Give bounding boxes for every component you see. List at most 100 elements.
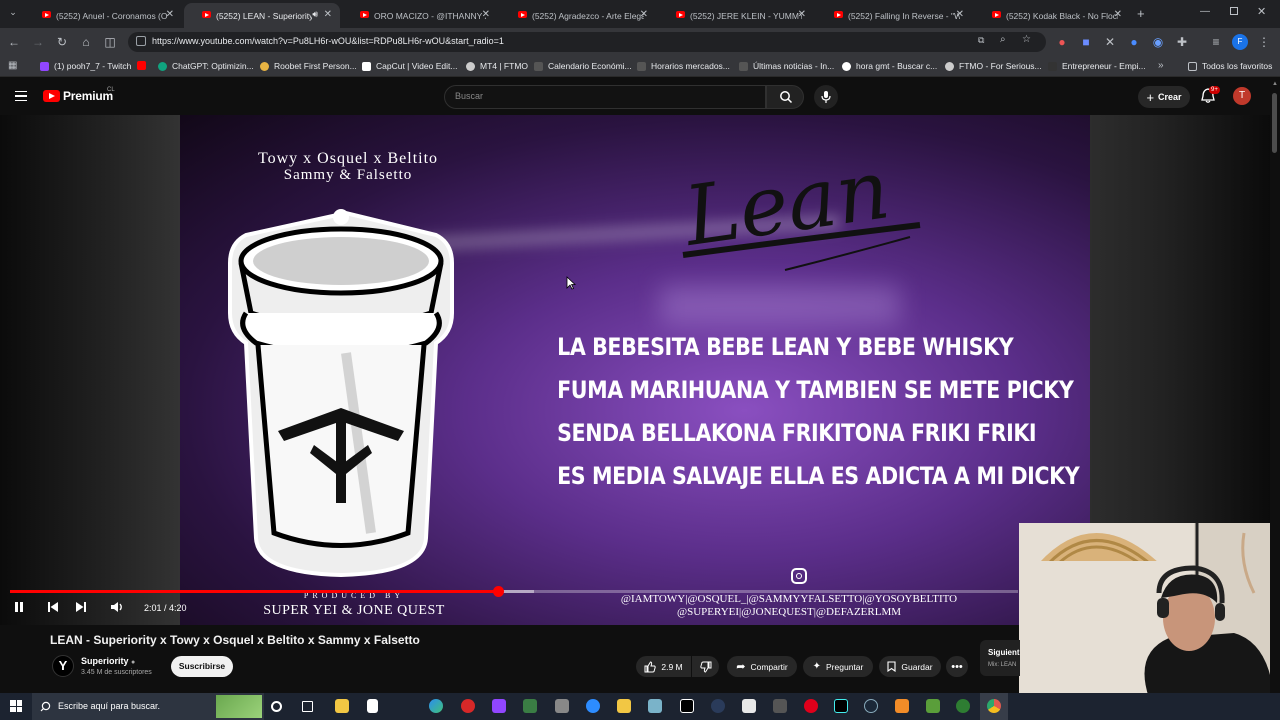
red-app-icon[interactable] [461,699,475,713]
shield-app-icon[interactable] [648,699,662,713]
account-avatar[interactable]: T [1233,87,1251,105]
back-icon[interactable]: ← [6,34,22,50]
tab-search-icon[interactable]: ⌄ [6,7,20,21]
progress-bar[interactable] [10,586,1018,597]
hamburger-menu-icon[interactable] [15,91,27,101]
minecraft-icon[interactable] [926,699,940,713]
more-bookmarks-icon[interactable]: » [1158,60,1164,71]
task-view-icon[interactable] [302,701,313,712]
scroll-up-icon[interactable]: ▲ [1272,81,1278,87]
close-tab-icon[interactable]: ✕ [166,9,174,20]
tab-2-active[interactable]: (5252) LEAN - Superiority x 🔊︎ ✕ [184,3,340,28]
ask-button[interactable]: ✦ Preguntar [803,656,873,677]
volume-button[interactable] [110,601,124,616]
restore-icon[interactable] [1230,7,1238,15]
close-window-icon[interactable]: ✕ [1257,5,1266,18]
taskbar-search[interactable]: Escribe aquí para buscar. [32,693,264,720]
extension-blue-icon[interactable]: ● [1126,34,1142,50]
youtube-logo-icon[interactable] [43,90,60,102]
bookmark-ftmo[interactable]: FTMO - For Serious... [945,61,1042,71]
opera-icon[interactable] [804,699,818,713]
bookmark-calendario[interactable]: Calendario Económi... [534,61,632,71]
search-input[interactable] [455,91,755,101]
new-tab-icon[interactable]: + [1137,6,1145,21]
capcut-app-icon[interactable] [742,699,756,713]
speaker-icon[interactable]: 🔊︎ [312,9,318,20]
subscribe-button[interactable]: Suscribirse [171,656,233,677]
previous-button[interactable] [47,601,59,616]
camera-app-icon[interactable] [773,699,787,713]
channel-name[interactable]: Superiority ● [81,656,135,666]
menu-kebab-icon[interactable]: ⋮ [1256,34,1272,50]
pause-button[interactable] [13,601,25,616]
close-tab-icon[interactable]: ✕ [324,9,332,20]
minimize-icon[interactable]: — [1200,6,1210,17]
reload-icon[interactable]: ↻ [54,34,70,50]
more-actions-button[interactable]: ••• [946,656,968,677]
tab-5[interactable]: (5252) JERE KLEIN - YUMMY! F ✕ [658,3,814,28]
bookmark-hora-gmt[interactable]: hora gmt - Buscar c... [842,61,937,71]
close-tab-icon[interactable]: ✕ [640,9,648,20]
extension-vpn-icon[interactable]: ◉ [1150,34,1166,50]
tab-3[interactable]: ORO MACIZO - @ITHANNY X ✕ [342,3,498,28]
side-panel-icon[interactable]: ◫ [102,34,118,50]
cortana-icon[interactable] [271,701,282,712]
premium-wordmark[interactable]: Premium [63,89,113,103]
forward-icon[interactable]: → [30,34,46,50]
close-tab-icon[interactable]: ✕ [482,9,490,20]
close-tab-icon[interactable]: ✕ [798,9,806,20]
orange-app-icon[interactable] [895,699,909,713]
bookmark-chatgpt[interactable]: ChatGPT: Optimizin... [158,61,254,71]
create-button[interactable]: + Crear [1138,86,1190,108]
share-button[interactable]: ➦ Compartir [727,656,797,677]
search-box[interactable] [444,85,766,109]
up-next-panel[interactable]: Siguient Mix: LEAN [980,640,1020,676]
tab-1[interactable]: (5252) Anuel - Coronamos (Offi ✕ [24,3,182,28]
url-text[interactable]: https://www.youtube.com/watch?v=Pu8LH6r-… [152,36,504,46]
tab-4[interactable]: (5252) Agradezco - Arte Elega ✕ [500,3,656,28]
tab-7[interactable]: (5252) Kodak Black - No Flocki ✕ [974,3,1130,28]
extension-x-icon[interactable]: ✕ [1102,34,1118,50]
omnibox[interactable]: https://www.youtube.com/watch?v=Pu8LH6r-… [128,32,1046,52]
zoom-icon[interactable]: ⌕ [1000,34,1006,45]
green-triangle-icon[interactable] [523,699,537,713]
channel-avatar[interactable]: Y [52,655,74,677]
yellow-app-icon[interactable] [617,699,631,713]
close-tab-icon[interactable]: ✕ [1114,9,1122,20]
home-icon[interactable]: ⌂ [78,34,94,50]
bookmark-roobet[interactable]: Roobet First Person... [260,61,357,71]
twitch-app-icon[interactable] [492,699,506,713]
x-app-icon[interactable] [680,699,694,713]
vpn-app-icon[interactable] [956,699,970,713]
site-info-icon[interactable] [136,36,146,46]
apps-grid-icon[interactable]: ▦ [8,60,17,71]
bookmark-horarios[interactable]: Horarios mercados... [637,61,730,71]
scrollbar-thumb[interactable] [1272,93,1277,153]
bookmark-noticias[interactable]: Últimas noticias - In... [739,61,834,71]
tab-6[interactable]: (5252) Falling In Reverse - "Wa ✕ [816,3,972,28]
save-button[interactable]: Guardar [879,656,941,677]
page-scrollbar[interactable]: ▲ [1270,77,1280,697]
bookmark-youtube[interactable] [137,61,151,70]
tiktok-icon[interactable] [834,699,848,713]
zoom-app-icon[interactable] [586,699,600,713]
windows-start-icon[interactable] [10,700,22,712]
extensions-puzzle-icon[interactable]: ✚ [1174,34,1190,50]
bookmark-twitch[interactable]: (1) pooh7_7 - Twitch [40,61,131,71]
bookmark-capcut[interactable]: CapCut | Video Edit... [362,61,457,71]
extension-translate-icon[interactable]: ■ [1078,34,1094,50]
search-button[interactable] [766,85,804,109]
extension-red-icon[interactable]: ● [1054,34,1070,50]
lock-app-icon[interactable] [711,699,725,713]
cast-icon[interactable]: ⧉ [978,35,984,46]
like-button[interactable]: 2.9 M [636,656,691,677]
close-tab-icon[interactable]: ✕ [956,9,964,20]
bookmark-entrepreneur[interactable]: Entrepreneur - Empi... [1048,61,1146,71]
video-frame[interactable]: Towy x Osquel x Beltito Sammy & Falsetto… [180,115,1090,625]
next-button[interactable] [75,601,87,616]
media-control-icon[interactable]: ≡ [1208,34,1224,50]
all-bookmarks[interactable]: Todos los favoritos [1188,61,1272,71]
notepad-icon[interactable] [367,699,378,713]
voice-search-button[interactable] [814,85,838,109]
profile-icon[interactable]: F [1232,34,1248,50]
